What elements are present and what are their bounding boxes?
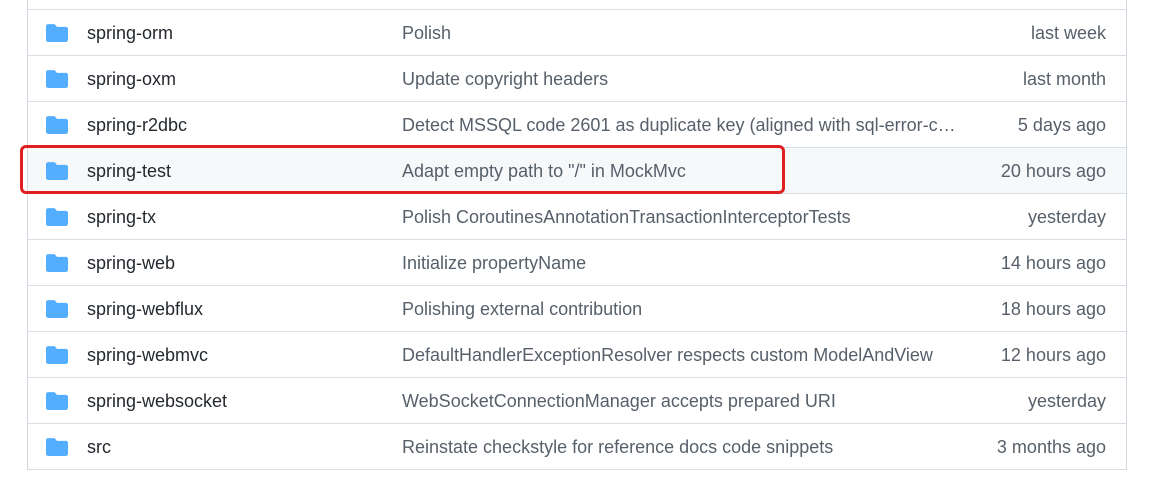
commit-age: last month — [1022, 69, 1106, 89]
file-name-link[interactable]: spring-websocket — [87, 378, 227, 424]
folder-icon — [46, 254, 68, 272]
folder-icon — [46, 346, 68, 364]
folder-icon — [46, 300, 68, 318]
commit-age: last week — [1030, 23, 1106, 43]
commit-age: 5 days ago — [1017, 115, 1106, 135]
table-row[interactable]: spring-webflux Polishing external contri… — [28, 286, 1126, 332]
table-row-highlighted[interactable]: spring-test Adapt empty path to "/" in M… — [28, 148, 1126, 194]
file-name-link[interactable]: spring-test — [87, 148, 171, 194]
file-name-link[interactable]: spring-oxm — [87, 56, 176, 102]
commit-message-link[interactable]: DefaultHandlerExceptionResolver respects… — [402, 332, 964, 378]
file-name-link[interactable]: spring-tx — [87, 194, 156, 240]
commit-message-link[interactable]: Adapt empty path to "/" in MockMvc — [402, 148, 964, 194]
commit-message-link[interactable]: Update copyright headers — [402, 56, 964, 102]
commit-message-link[interactable]: Detect MSSQL code 2601 as duplicate key … — [402, 102, 964, 148]
table-row-partial — [28, 0, 1126, 10]
commit-message-link[interactable]: Polish — [402, 10, 964, 56]
folder-icon — [46, 392, 68, 410]
file-name-link[interactable]: spring-web — [87, 240, 175, 286]
commit-message-link[interactable]: Initialize propertyName — [402, 240, 964, 286]
commit-message-link[interactable]: WebSocketConnectionManager accepts prepa… — [402, 378, 964, 424]
table-row[interactable]: spring-web Initialize propertyName 14 ho… — [28, 240, 1126, 286]
table-row[interactable]: spring-tx Polish CoroutinesAnnotationTra… — [28, 194, 1126, 240]
table-row[interactable]: src Reinstate checkstyle for reference d… — [28, 424, 1126, 470]
table-row[interactable]: spring-r2dbc Detect MSSQL code 2601 as d… — [28, 102, 1126, 148]
file-name-link[interactable]: spring-orm — [87, 10, 173, 56]
commit-age: 20 hours ago — [1000, 161, 1106, 181]
folder-icon — [46, 162, 68, 180]
file-name-link[interactable]: spring-webflux — [87, 286, 203, 332]
table-row[interactable]: spring-orm Polish last week — [28, 10, 1126, 56]
file-name-link[interactable]: spring-r2dbc — [87, 102, 187, 148]
folder-icon — [46, 116, 68, 134]
commit-age: 18 hours ago — [1000, 299, 1106, 319]
commit-age: yesterday — [1027, 391, 1106, 411]
folder-icon — [46, 24, 68, 42]
table-row[interactable]: spring-oxm Update copyright headers last… — [28, 56, 1126, 102]
table-row[interactable]: spring-websocket WebSocketConnectionMana… — [28, 378, 1126, 424]
folder-icon — [46, 208, 68, 226]
folder-icon — [46, 70, 68, 88]
commit-message-link[interactable]: Polish CoroutinesAnnotationTransactionIn… — [402, 194, 964, 240]
commit-message-link[interactable]: Polishing external contribution — [402, 286, 964, 332]
file-list: spring-orm Polish last week spring-oxm U… — [27, 0, 1127, 470]
file-name-link[interactable]: spring-webmvc — [87, 332, 208, 378]
commit-message-link[interactable]: Reinstate checkstyle for reference docs … — [402, 424, 964, 470]
commit-age: 14 hours ago — [1000, 253, 1106, 273]
file-name-link[interactable]: src — [87, 424, 111, 470]
commit-age: 12 hours ago — [1000, 345, 1106, 365]
table-row[interactable]: spring-webmvc DefaultHandlerExceptionRes… — [28, 332, 1126, 378]
folder-icon — [46, 438, 68, 456]
commit-age: yesterday — [1027, 207, 1106, 227]
commit-age: 3 months ago — [996, 437, 1106, 457]
